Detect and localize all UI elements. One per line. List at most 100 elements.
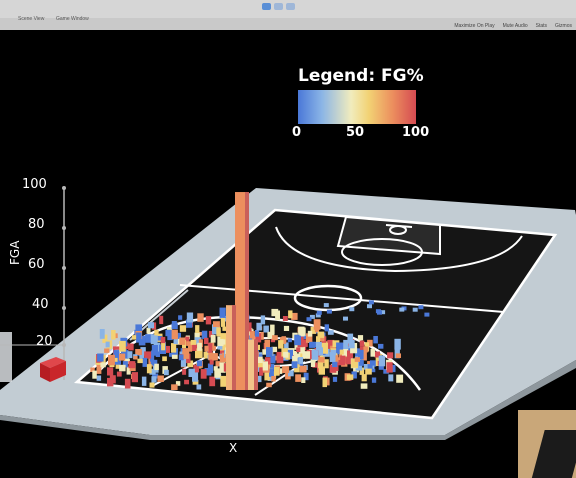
shot-cube bbox=[144, 351, 152, 359]
shot-cube bbox=[208, 351, 213, 361]
shot-cube bbox=[373, 336, 378, 344]
shot-cube bbox=[283, 351, 289, 358]
shot-cube bbox=[271, 376, 276, 382]
shot-cube bbox=[137, 358, 143, 364]
shot-cube bbox=[412, 307, 418, 312]
shot-cube bbox=[214, 368, 221, 378]
shot-cube bbox=[184, 379, 189, 385]
shot-cube bbox=[178, 315, 183, 320]
shot-cube bbox=[104, 348, 110, 353]
shot-cube bbox=[210, 334, 216, 343]
shot-cube bbox=[148, 322, 154, 329]
shot-cube bbox=[363, 346, 369, 353]
shot-cube bbox=[127, 351, 133, 359]
shot-cube bbox=[309, 341, 316, 348]
shot-cube bbox=[178, 354, 184, 361]
shot-cube bbox=[282, 316, 288, 321]
y-tick-20: 20 bbox=[36, 334, 53, 349]
shot-cube bbox=[220, 339, 226, 345]
shot-cube bbox=[204, 345, 209, 352]
fga-column bbox=[235, 192, 249, 390]
shot-cube bbox=[151, 345, 158, 355]
shot-cube bbox=[332, 361, 338, 368]
shot-cube bbox=[359, 340, 365, 346]
shot-cube bbox=[171, 321, 177, 327]
shot-cube bbox=[136, 332, 142, 343]
shot-cube bbox=[266, 347, 273, 357]
shot-cube bbox=[146, 364, 152, 374]
shot-cube bbox=[371, 377, 377, 383]
shot-cube bbox=[318, 366, 325, 375]
shot-cube bbox=[323, 303, 329, 308]
shot-cube bbox=[255, 330, 260, 337]
shot-cube bbox=[306, 317, 312, 322]
shot-cube bbox=[299, 365, 307, 373]
shot-cube bbox=[378, 343, 384, 349]
shot-cube bbox=[216, 327, 221, 337]
shot-cube bbox=[395, 353, 401, 358]
shot-cube bbox=[190, 340, 197, 345]
shot-cube bbox=[157, 375, 164, 382]
shot-cube bbox=[188, 368, 195, 377]
shot-cube bbox=[367, 304, 372, 309]
shot-cube bbox=[108, 354, 115, 366]
shot-cube bbox=[307, 330, 313, 337]
shot-cube bbox=[146, 327, 151, 334]
shot-cube bbox=[340, 355, 346, 364]
shot-cube bbox=[347, 333, 354, 344]
shot-cube bbox=[200, 369, 207, 379]
shot-cube bbox=[287, 338, 292, 343]
shot-cube bbox=[298, 357, 303, 364]
shot-cube bbox=[220, 333, 227, 339]
shot-cube bbox=[357, 335, 364, 341]
shot-cube bbox=[249, 331, 255, 339]
shot-cube bbox=[274, 367, 280, 376]
shot-cube bbox=[212, 353, 218, 361]
shot-cube bbox=[196, 360, 203, 367]
fga-column bbox=[226, 305, 236, 390]
shot-cube bbox=[97, 353, 104, 362]
shot-cube bbox=[282, 366, 290, 373]
shot-cube bbox=[301, 377, 306, 383]
shot-cube bbox=[149, 382, 155, 388]
shot-cube bbox=[92, 370, 97, 379]
shot-cube bbox=[339, 349, 344, 355]
shot-cube bbox=[318, 347, 323, 356]
shot-cube bbox=[201, 330, 208, 339]
shot-cube bbox=[399, 307, 405, 312]
shot-cube bbox=[96, 375, 102, 381]
shot-cube bbox=[314, 324, 320, 333]
shot-cube bbox=[375, 309, 381, 314]
shot-cube bbox=[266, 382, 272, 388]
shot-cube bbox=[154, 363, 159, 371]
shot-cube bbox=[275, 310, 280, 321]
shot-cube bbox=[343, 339, 349, 349]
shot-cube bbox=[151, 376, 157, 383]
shot-cube bbox=[171, 384, 178, 390]
shot-cube bbox=[182, 368, 187, 375]
legend-title: Legend: FG% bbox=[298, 66, 424, 86]
shot-cube bbox=[257, 356, 263, 363]
shot-cube bbox=[179, 325, 187, 332]
shot-cube bbox=[424, 312, 430, 317]
shot-cube bbox=[288, 310, 293, 319]
legend-tick-0: 0 bbox=[292, 125, 302, 140]
shot-cube bbox=[299, 327, 306, 336]
y-tick-100: 100 bbox=[22, 177, 47, 192]
shot-cube bbox=[371, 368, 376, 373]
camera-preview-device bbox=[531, 430, 576, 478]
shot-cube bbox=[159, 315, 164, 325]
camera-preview-thumbnail[interactable] bbox=[518, 410, 576, 478]
shot-cube bbox=[324, 324, 329, 332]
shot-cube bbox=[213, 321, 220, 327]
shot-cube bbox=[135, 324, 143, 331]
shot-cube bbox=[164, 369, 169, 376]
shot-cube bbox=[204, 337, 209, 345]
shot-cube bbox=[222, 326, 227, 331]
shot-cube bbox=[326, 309, 332, 314]
shot-cube bbox=[394, 338, 401, 350]
shot-cube bbox=[220, 318, 226, 327]
shot-cube bbox=[311, 349, 317, 355]
shot-cube bbox=[188, 344, 193, 352]
shot-cube bbox=[396, 374, 404, 383]
